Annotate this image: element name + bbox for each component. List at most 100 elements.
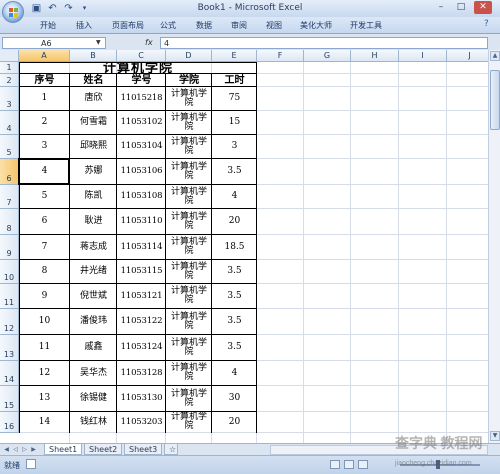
table-cell[interactable]: 3.5 bbox=[213, 284, 256, 308]
table-cell[interactable]: 计算机学院 bbox=[167, 335, 211, 360]
name-box[interactable]: A6 bbox=[2, 37, 106, 49]
next-sheet-icon[interactable]: ▷ bbox=[20, 445, 29, 454]
table-cell[interactable]: 何雪霜 bbox=[71, 111, 116, 134]
zoom-slider-knob[interactable] bbox=[436, 460, 440, 469]
table-cell[interactable]: 11053121 bbox=[118, 284, 165, 308]
help-icon[interactable]: ? bbox=[484, 19, 489, 29]
row-header[interactable]: 10 bbox=[0, 260, 19, 284]
prev-sheet-icon[interactable]: ◁ bbox=[11, 445, 20, 454]
table-cell[interactable]: 11053104 bbox=[118, 135, 165, 158]
column-header[interactable]: E bbox=[212, 50, 257, 62]
table-cell[interactable]: 井光绪 bbox=[71, 260, 116, 283]
worksheet-grid[interactable]: ABCDEFGHIJ 1 2 3 4 5 6 7 8 9 10 11 12 13 14 15 16 计算机学院… bbox=[0, 50, 488, 443]
tab-formulas[interactable]: 公式 bbox=[160, 20, 176, 31]
table-cell[interactable]: 唐欣 bbox=[71, 87, 116, 110]
select-all-corner[interactable] bbox=[0, 50, 19, 62]
table-cell[interactable]: 计算机学院 bbox=[167, 159, 211, 184]
horizontal-scrollbar[interactable] bbox=[270, 445, 488, 455]
table-cell[interactable]: 15 bbox=[213, 111, 256, 134]
table-cell[interactable]: 75 bbox=[213, 87, 256, 110]
row-header[interactable]: 8 bbox=[0, 209, 19, 235]
table-cell[interactable]: 倪世斌 bbox=[71, 284, 116, 308]
page-break-view-icon[interactable] bbox=[358, 460, 368, 469]
table-cell[interactable]: 计算机学院 bbox=[167, 309, 211, 334]
table-cell[interactable]: 3.5 bbox=[213, 159, 256, 184]
column-header[interactable]: I bbox=[399, 50, 447, 62]
insert-sheet-icon[interactable]: ☆ bbox=[164, 444, 178, 455]
sheet-tab-2[interactable]: Sheet2 bbox=[84, 444, 123, 455]
table-cell[interactable]: 2 bbox=[20, 111, 69, 134]
table-cell[interactable]: 钱红林 bbox=[71, 412, 116, 432]
last-sheet-icon[interactable]: ▶ bbox=[29, 445, 38, 454]
table-cell[interactable]: 4 bbox=[213, 185, 256, 208]
table-cell[interactable]: 11053122 bbox=[118, 309, 165, 334]
table-cell[interactable]: 8 bbox=[20, 260, 69, 283]
tab-view[interactable]: 视图 bbox=[266, 20, 282, 31]
row-header[interactable]: 11 bbox=[0, 284, 19, 309]
table-cell[interactable]: 戚鑫 bbox=[71, 335, 116, 360]
tab-page-layout[interactable]: 页面布局 bbox=[112, 20, 144, 31]
table-cell[interactable]: 潘俊玮 bbox=[71, 309, 116, 334]
table-cell[interactable]: 4 bbox=[213, 361, 256, 385]
page-layout-view-icon[interactable] bbox=[344, 460, 354, 469]
table-cell[interactable]: 蒋志成 bbox=[71, 235, 116, 259]
table-cell[interactable]: 徐锡健 bbox=[71, 386, 116, 411]
table-cell[interactable]: 10 bbox=[20, 309, 69, 334]
table-cell[interactable]: 12 bbox=[20, 361, 69, 385]
sheet-tab-1[interactable]: Sheet1 bbox=[44, 444, 83, 455]
first-sheet-icon[interactable]: ◀ bbox=[2, 445, 11, 454]
table-cell[interactable]: 计算机学院 bbox=[167, 386, 211, 411]
minimize-button[interactable]: – bbox=[432, 1, 450, 14]
table-cell[interactable]: 11053114 bbox=[118, 235, 165, 259]
table-cell[interactable]: 耿进 bbox=[71, 209, 116, 234]
table-cell[interactable]: 20 bbox=[213, 412, 256, 432]
table-cell[interactable]: 计算机学院 bbox=[167, 209, 211, 234]
column-header[interactable]: D bbox=[166, 50, 212, 62]
column-header[interactable]: B bbox=[70, 50, 117, 62]
row-header[interactable]: 9 bbox=[0, 235, 19, 260]
scroll-up-icon[interactable]: ▲ bbox=[490, 51, 500, 61]
table-cell[interactable]: 11053110 bbox=[118, 209, 165, 234]
row-header[interactable]: 12 bbox=[0, 309, 19, 335]
column-header[interactable]: G bbox=[304, 50, 351, 62]
column-header[interactable]: A bbox=[19, 50, 70, 62]
table-cell[interactable]: 3 bbox=[213, 135, 256, 158]
scroll-thumb[interactable] bbox=[490, 70, 500, 130]
macro-record-icon[interactable] bbox=[26, 459, 36, 469]
tab-insert[interactable]: 插入 bbox=[76, 20, 92, 31]
table-cell[interactable]: 11 bbox=[20, 335, 69, 360]
row-header[interactable]: 14 bbox=[0, 361, 19, 386]
column-header[interactable]: F bbox=[257, 50, 304, 62]
table-cell[interactable]: 苏娜 bbox=[71, 159, 116, 184]
table-cell[interactable]: 3 bbox=[20, 135, 69, 158]
scroll-down-icon[interactable]: ▼ bbox=[490, 431, 500, 441]
table-cell[interactable]: 11053115 bbox=[118, 260, 165, 283]
row-header[interactable]: 1 bbox=[0, 62, 19, 74]
row-header[interactable]: 3 bbox=[0, 87, 19, 111]
table-cell[interactable]: 吴华杰 bbox=[71, 361, 116, 385]
table-cell[interactable]: 30 bbox=[213, 386, 256, 411]
table-cell[interactable]: 3.5 bbox=[213, 260, 256, 283]
row-header[interactable]: 16 bbox=[0, 412, 19, 433]
table-cell[interactable]: 1 bbox=[20, 87, 69, 110]
table-cell[interactable]: 14 bbox=[20, 412, 69, 432]
close-button[interactable]: ✕ bbox=[474, 1, 492, 14]
column-header[interactable]: H bbox=[351, 50, 399, 62]
table-cell[interactable]: 计算机学院 bbox=[167, 235, 211, 259]
table-cell[interactable]: 3.5 bbox=[213, 309, 256, 334]
table-cell[interactable]: 计算机学院 bbox=[167, 260, 211, 283]
tab-developer[interactable]: 开发工具 bbox=[350, 20, 382, 31]
table-cell[interactable]: 计算机学院 bbox=[167, 135, 211, 158]
table-cell[interactable]: 6 bbox=[20, 209, 69, 234]
formula-input[interactable]: 4 bbox=[160, 37, 488, 49]
row-header[interactable]: 4 bbox=[0, 111, 19, 135]
table-cell[interactable]: 11053108 bbox=[118, 185, 165, 208]
row-header[interactable]: 6 bbox=[0, 159, 19, 185]
table-cell[interactable]: 11053102 bbox=[118, 111, 165, 134]
table-cell[interactable]: 计算机学院 bbox=[167, 185, 211, 208]
tab-data[interactable]: 数据 bbox=[196, 20, 212, 31]
table-cell[interactable]: 陈凯 bbox=[71, 185, 116, 208]
table-cell[interactable]: 邱晓熙 bbox=[71, 135, 116, 158]
zoom-slider[interactable] bbox=[400, 464, 480, 466]
table-cell[interactable]: 11053124 bbox=[118, 335, 165, 360]
